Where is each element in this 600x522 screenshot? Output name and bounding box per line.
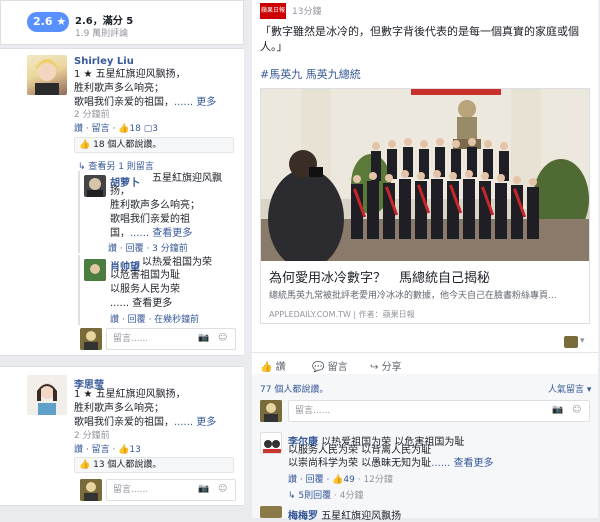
comment-2: 梅梅罗 五星紅旗迎风飘扬 [288,507,401,522]
reviews-column: 2.6 ★ 2.6，滿分 5 1.9 萬則評論 Shirley Liu 1 ★ … [0,0,244,518]
review-line-2: 胜利歌声多么响亮； [74,403,164,414]
comment-time[interactable]: · 12分鐘 [358,475,393,485]
link-description: 總統馬英九常被批評老愛用冷冰冰的數據，他今天自己在臉書粉絲專頁... [269,291,557,301]
link-preview-card[interactable]: 為何愛用冰冷數字？ 馬總統自己揭秘 總統馬英九常被批評老愛用冷冰冰的數據，他今天… [260,88,590,324]
review-count[interactable]: 1.9 萬則評論 [75,26,128,39]
comment-input[interactable]: 留言...... [288,400,590,422]
review-line-1: 1 ★ 五星紅旗迎风飘扬， [74,69,186,80]
comment-count[interactable]: 3 [152,124,158,134]
my-avatar[interactable] [260,400,282,422]
see-more-link[interactable]: ...... 查看更多 [431,458,493,469]
likes-summary: 👍 18 個人都說讚。 [74,137,234,153]
post-time[interactable]: 13分鐘 [292,4,321,17]
like-comment-links[interactable]: 讚 · 留言 · [74,124,118,134]
reply-line: 扬， [110,186,130,197]
link-title[interactable]: 為何愛用冰冷數字？ 馬總統自己揭秘 [269,267,490,286]
review-line-1: 1 ★ 五星紅旗迎风飘扬， [74,389,186,400]
comment-line: 以崇尚科学为荣 以愚昧无知为耻...... 查看更多 [288,458,494,469]
avatar[interactable] [84,259,106,281]
likes-summary: 👍 13 個人都說讚。 [74,457,234,473]
hashtags[interactable]: #馬英九 馬英九總統 [260,66,361,82]
comment-author[interactable]: 梅梅罗 [288,511,318,522]
emoji-icon[interactable]: ☺ [572,405,581,415]
like-count[interactable]: 13 [129,445,140,455]
reply-actions[interactable]: 讚 · 回覆 · 在幾秒鐘前 [110,312,199,325]
rating-text: 2.6，滿分 5 [75,16,134,27]
comment-icon: ▢ [143,124,153,134]
like-icon: 👍 [79,460,91,470]
reviewer-name[interactable]: Shirley Liu [74,56,134,67]
reply-line: 以热爱祖国为荣 [142,257,212,268]
reply-arrow-icon: ↳ [288,491,299,501]
see-more-link[interactable]: ...... 查看更多 [130,228,192,239]
share-button[interactable]: ↪ 分享 [370,358,402,373]
page-avatar[interactable] [564,336,578,348]
camera-icon[interactable]: 📷 [198,484,209,494]
reply-2: 肖帅望 以热爱祖国为荣 以危害祖国为耻 以服务人民为荣 ...... 查看更多 … [78,255,238,325]
rating-summary: 2.6 ★ 2.6，滿分 5 1.9 萬則評論 [0,0,244,45]
emoji-icon[interactable]: ☺ [218,484,227,494]
review-post-1: Shirley Liu 1 ★ 五星紅旗迎风飘扬， 胜利歌声多么响亮； 歌唱我们… [0,48,244,356]
view-replies[interactable]: ↳ 5則回覆 · 4分鐘 [288,488,363,501]
comment-input[interactable]: 留言...... [106,479,236,501]
comment-actions: 讚 · 回覆 · 👍49 · 12分鐘 [288,472,393,485]
avatar[interactable] [27,375,67,415]
article-photo [261,89,589,261]
post-quote-line-1: 「數字雖然是冰冷的，但數字背後代表的是每一個真實的家庭或個 [260,25,579,38]
sort-dropdown[interactable]: 人氣留言 ▾ [548,382,591,395]
like-icon: 👍 [332,475,344,485]
see-more-link[interactable]: ...... 查看更多 [110,297,172,311]
news-post: 蘋果日報 13分鐘 「數字雖然是冰冷的，但數字背後代表的是每一個真實的家庭或個 … [252,0,598,522]
likes-summary-text[interactable]: 13 個人都說讚。 [93,460,161,470]
avatar[interactable] [260,432,282,454]
emoji-icon[interactable]: ☺ [218,333,227,343]
avatar[interactable] [260,506,282,518]
share-icon: ↪ [370,362,382,373]
likes-summary[interactable]: 77 個人都說讚。 [260,382,328,395]
like-icon: 👍 [118,445,130,455]
see-more-link[interactable]: ...... 更多 [174,97,216,108]
review-line-2: 胜利歌声多么响亮； [74,83,164,94]
chevron-down-icon[interactable]: ▾ [580,336,585,346]
like-button[interactable]: 👍 讚 [260,358,286,373]
comment-line: 五星紅旗迎风飘扬 [321,511,402,522]
like-reply-links[interactable]: 讚 · 回覆 · [288,475,332,485]
camera-icon[interactable]: 📷 [198,333,209,343]
source-logo[interactable]: 蘋果日報 [260,3,286,19]
reply-actions[interactable]: 讚 · 回覆 · 3 分鐘前 [108,241,188,254]
comment-button[interactable]: 💬 留言 [312,358,348,373]
see-more-link[interactable]: ...... 更多 [174,417,216,428]
camera-icon[interactable]: 📷 [552,405,563,415]
link-source: APPLEDAILY.COM.TW | 作者：蘋果日報 [269,310,415,319]
rating-badge: 2.6 ★ [27,12,69,32]
comment-icon: 💬 [312,362,328,373]
my-avatar[interactable] [80,328,102,350]
like-comment-links[interactable]: 讚 · 留言 · [74,445,118,455]
reply-line: 五星紅旗迎风飘 [152,173,222,184]
like-icon: 👍 [260,362,276,373]
likes-summary-text[interactable]: 18 個人都說讚。 [93,140,161,150]
comment-input[interactable]: 留言...... [106,328,236,350]
reply-line: 国，...... 查看更多 [110,228,193,239]
like-count[interactable]: 49 [343,475,354,485]
reply-line: 胜利歌声多么响亮； [110,200,200,211]
reply-line: 以危害祖国为耻 [110,270,180,281]
review-post-2: 李思莹 1 ★ 五星紅旗迎风飘扬， 胜利歌声多么响亮； 歌唱我们亲爱的祖国，..… [0,366,244,506]
comment-line: 以服务人民为荣 以背离人民为耻 [288,445,432,456]
like-count[interactable]: 18 [129,124,140,134]
post-actions: 讚 · 留言 · 👍13 [74,442,141,455]
like-icon: 👍 [79,140,91,150]
chevron-down-icon: ▾ [584,385,592,395]
timestamp[interactable]: 2 分鐘前 [74,107,110,120]
avatar[interactable] [27,55,67,95]
timestamp[interactable]: 2 分鐘前 [74,428,110,441]
post-quote-line-2: 人。」 [260,40,288,53]
my-avatar[interactable] [80,479,102,501]
reply-line: 以服务人民为荣 [110,284,180,295]
reply-line: 歌唱我们亲爱的祖 [110,214,190,225]
like-icon: 👍 [118,124,130,134]
post-actions: 讚 · 留言 · 👍18 ▢3 [74,121,158,134]
avatar[interactable] [84,175,106,197]
